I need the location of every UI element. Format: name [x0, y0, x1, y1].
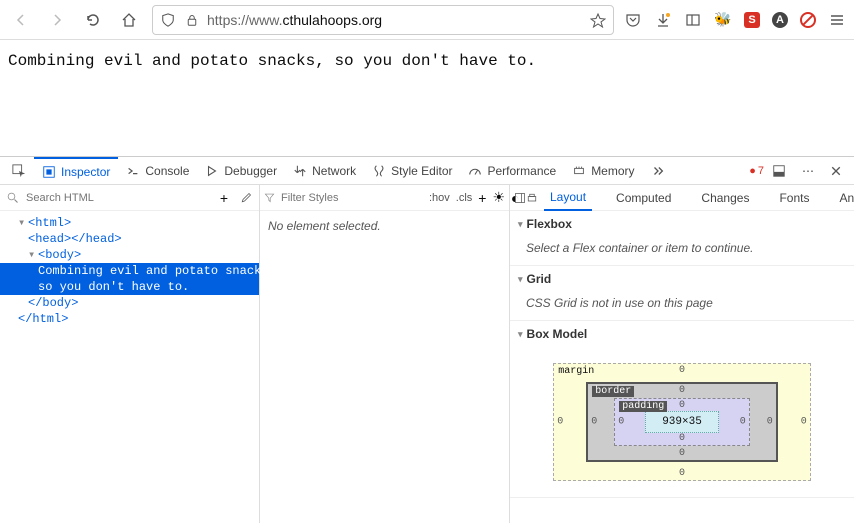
bookmark-star-icon[interactable] [589, 11, 607, 29]
selected-node: Combining evil and potato snacks, [0, 263, 259, 279]
eyedropper-icon[interactable] [237, 189, 255, 207]
devtools-meatball-icon[interactable]: ⋯ [794, 157, 822, 185]
devtools-close-icon[interactable] [822, 157, 850, 185]
search-icon [4, 189, 22, 207]
reload-button[interactable] [80, 7, 106, 33]
no-element-label: No element selected. [260, 211, 509, 241]
subtab-layout[interactable]: Layout [544, 185, 592, 211]
add-node-icon[interactable]: + [215, 189, 233, 207]
extension-icon[interactable]: 🐝 [714, 11, 732, 29]
boxmodel-section-header[interactable]: Box Model [510, 321, 854, 347]
tab-inspector[interactable]: Inspector [34, 157, 118, 185]
layout-pane-toggle-icon[interactable] [514, 189, 526, 207]
flexbox-section-header[interactable]: Flexbox [510, 211, 854, 237]
extension-block-icon[interactable] [800, 12, 816, 28]
box-model-content-size: 939×35 [645, 411, 719, 433]
tab-debugger[interactable]: Debugger [197, 157, 285, 185]
lock-icon [183, 11, 201, 29]
sidebar-icon[interactable] [684, 11, 702, 29]
forward-button[interactable] [44, 7, 70, 33]
filter-icon [264, 189, 275, 207]
subtab-changes[interactable]: Changes [695, 185, 755, 211]
back-button[interactable] [8, 7, 34, 33]
devtools-panel: Inspector Console Debugger Network Style… [0, 156, 854, 523]
error-count[interactable]: 7 [749, 165, 764, 177]
light-mode-icon[interactable]: ☀ [492, 189, 505, 207]
box-model-diagram[interactable]: margin 0 0 0 0 border 0 0 0 0 padding [510, 347, 854, 497]
pocket-icon[interactable] [624, 11, 642, 29]
filter-styles-input[interactable] [281, 192, 423, 204]
dom-tree[interactable]: ▾<html> <head></head> ▾<body> Combining … [0, 211, 259, 331]
url-text: https://www.cthulahoops.org [207, 12, 583, 28]
tab-style-editor[interactable]: Style Editor [364, 157, 460, 185]
cls-toggle[interactable]: .cls [456, 192, 473, 204]
url-bar[interactable]: https://www.cthulahoops.org [152, 5, 614, 35]
tab-console[interactable]: Console [118, 157, 197, 185]
layout-pane: Layout Computed Changes Fonts Anim ▾ Fle… [510, 185, 854, 523]
subtab-animations[interactable]: Anim ▾ [833, 185, 854, 211]
tab-network[interactable]: Network [285, 157, 364, 185]
hov-toggle[interactable]: :hov [429, 192, 450, 204]
subtab-computed[interactable]: Computed [610, 185, 677, 211]
address-bar: https://www.cthulahoops.org 🐝 S A [0, 0, 854, 40]
home-button[interactable] [116, 7, 142, 33]
search-html-input[interactable] [26, 192, 211, 204]
pick-element-button[interactable] [4, 157, 34, 185]
tabs-overflow-icon[interactable] [643, 157, 673, 185]
page-body-text: Combining evil and potato snacks, so you… [0, 40, 854, 82]
tab-performance[interactable]: Performance [460, 157, 564, 185]
downloads-icon[interactable] [654, 11, 672, 29]
rules-pane: :hov .cls + ☀ ◐ No element selected. [260, 185, 510, 523]
add-rule-icon[interactable]: + [478, 189, 486, 207]
toolbar-right: 🐝 S A [624, 11, 846, 29]
menu-icon[interactable] [828, 11, 846, 29]
grid-section-header[interactable]: Grid [510, 266, 854, 292]
extension-a-icon[interactable]: A [772, 12, 788, 28]
grid-section-body: CSS Grid is not in use on this page [510, 292, 854, 320]
devtools-toolbar: Inspector Console Debugger Network Style… [0, 157, 854, 185]
tab-memory[interactable]: Memory [564, 157, 642, 185]
devtools-dock-icon[interactable] [764, 157, 794, 185]
markup-pane: + ▾<html> <head></head> ▾<body> Combinin… [0, 185, 260, 523]
extension-s-icon[interactable]: S [744, 12, 760, 28]
flexbox-section-body: Select a Flex container or item to conti… [510, 237, 854, 265]
shield-icon [159, 11, 177, 29]
subtab-fonts[interactable]: Fonts [773, 185, 815, 211]
